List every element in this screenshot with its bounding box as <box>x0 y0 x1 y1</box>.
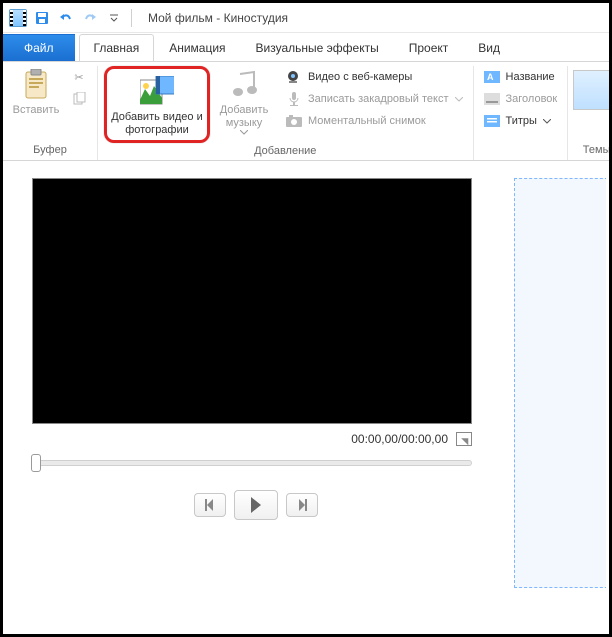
camera-icon <box>286 113 302 129</box>
group-add-label: Добавление <box>254 143 316 161</box>
tab-anim[interactable]: Анимация <box>154 34 240 61</box>
title-card-button[interactable]: A Название <box>480 68 562 86</box>
app-icon <box>9 9 27 27</box>
narration-button[interactable]: Записать закадровый текст <box>282 90 467 108</box>
timeline-drop-target[interactable] <box>514 178 606 588</box>
narration-label: Записать закадровый текст <box>308 93 449 105</box>
fullscreen-button[interactable] <box>456 432 472 446</box>
time-row: 00:00,00/00:00,00 <box>32 432 472 446</box>
next-frame-button[interactable] <box>286 493 318 517</box>
timeline-pane <box>506 164 606 631</box>
copy-button[interactable] <box>67 90 91 108</box>
chevron-down-icon <box>110 14 118 22</box>
paste-label: Вставить <box>9 104 63 117</box>
qat-separator <box>131 9 132 27</box>
caption-button[interactable]: Заголовок <box>480 90 562 108</box>
tab-file[interactable]: Файл <box>3 34 75 61</box>
group-text-label <box>519 142 522 160</box>
playback-controls <box>194 490 318 520</box>
add-music-button[interactable]: Добавить музыку <box>214 66 274 135</box>
add-media-highlight: Добавить видео и фотографии <box>104 66 210 143</box>
step-back-icon <box>203 499 217 511</box>
redo-icon <box>82 11 98 25</box>
workarea: 00:00,00/00:00,00 <box>6 164 606 631</box>
copy-icon <box>71 91 87 107</box>
group-themes: Темы а <box>568 66 612 160</box>
time-display: 00:00,00/00:00,00 <box>351 432 448 446</box>
step-forward-icon <box>295 499 309 511</box>
chevron-down-icon <box>455 97 463 102</box>
group-themes-label: Темы а <box>583 142 612 160</box>
group-text: A Название Заголовок Титр <box>474 66 569 160</box>
snapshot-label: Моментальный снимок <box>308 115 426 127</box>
svg-text:A: A <box>487 72 494 82</box>
cut-button[interactable]: ✂ <box>67 68 91 86</box>
undo-button[interactable] <box>57 9 75 27</box>
chevron-down-icon <box>543 119 551 124</box>
undo-icon <box>58 11 74 25</box>
caption-icon <box>484 91 500 107</box>
webcam-icon <box>286 69 302 85</box>
add-media-icon <box>140 75 174 109</box>
title-icon: A <box>484 69 500 85</box>
group-buffer: Вставить ✂ Буфер <box>3 66 98 160</box>
ribbon-tabs: Файл Главная Анимация Визуальные эффекты… <box>3 33 609 61</box>
preview-pane: 00:00,00/00:00,00 <box>6 164 506 631</box>
add-media-button[interactable]: Добавить видео и фотографии <box>109 73 205 136</box>
credits-label: Титры <box>506 115 537 127</box>
webcam-button[interactable]: Видео с веб-камеры <box>282 68 467 86</box>
prev-frame-button[interactable] <box>194 493 226 517</box>
clipboard-icon <box>19 68 53 102</box>
add-music-label: Добавить музыку <box>214 104 274 129</box>
group-add: Добавить видео и фотографии Добавить муз… <box>98 66 474 160</box>
webcam-label: Видео с веб-камеры <box>308 71 412 83</box>
qat-dropdown[interactable] <box>105 9 123 27</box>
tab-project[interactable]: Проект <box>394 34 464 61</box>
music-icon <box>227 68 261 102</box>
group-buffer-label: Буфер <box>33 142 67 160</box>
app-window: Мой фильм - Киностудия Файл Главная Аним… <box>0 0 612 637</box>
video-preview[interactable] <box>32 178 472 424</box>
add-media-label: Добавить видео и фотографии <box>109 111 205 136</box>
tab-view[interactable]: Вид <box>463 34 515 61</box>
redo-button[interactable] <box>81 9 99 27</box>
ribbon: Вставить ✂ Буфер <box>3 61 609 161</box>
chevron-down-icon <box>240 130 248 135</box>
seek-slider[interactable] <box>32 460 472 466</box>
title-bar: Мой фильм - Киностудия <box>3 3 609 33</box>
play-button[interactable] <box>234 490 278 520</box>
window-title: Мой фильм - Киностудия <box>148 11 288 25</box>
save-icon <box>35 11 49 25</box>
paste-button[interactable]: Вставить <box>9 66 63 117</box>
quick-access-toolbar <box>33 9 134 27</box>
snapshot-button[interactable]: Моментальный снимок <box>282 112 467 130</box>
tab-home[interactable]: Главная <box>79 34 155 61</box>
microphone-icon <box>286 91 302 107</box>
credits-icon <box>484 113 500 129</box>
play-icon <box>249 497 263 513</box>
caption-label: Заголовок <box>506 93 558 105</box>
scissors-icon: ✂ <box>71 69 87 85</box>
theme-thumbnail[interactable] <box>573 70 612 110</box>
tab-vfx[interactable]: Визуальные эффекты <box>241 34 394 61</box>
seek-thumb[interactable] <box>31 454 41 472</box>
save-button[interactable] <box>33 9 51 27</box>
credits-button[interactable]: Титры <box>480 112 562 130</box>
title-card-label: Название <box>506 71 555 83</box>
